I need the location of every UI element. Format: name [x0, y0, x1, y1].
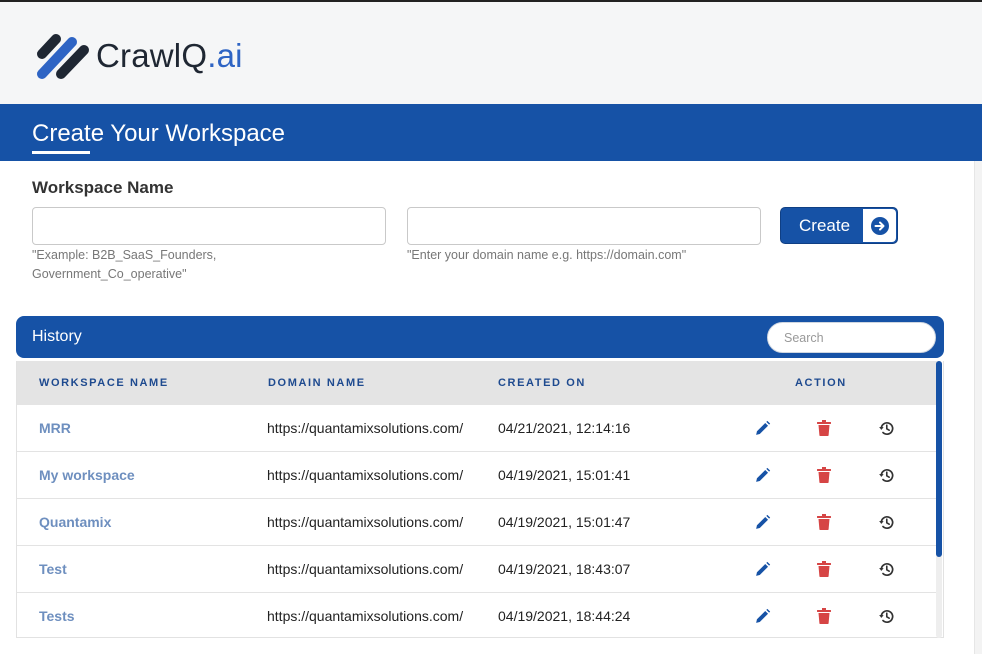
- workspace-name-input[interactable]: [32, 207, 386, 245]
- history-title: History: [32, 328, 82, 345]
- history-icon[interactable]: [876, 559, 896, 579]
- pencil-icon[interactable]: [752, 606, 772, 626]
- domain-name-input[interactable]: [407, 207, 761, 245]
- domain-cell: https://quantamixsolutions.com/: [267, 467, 464, 483]
- right-edge-panel: [974, 161, 982, 654]
- logo-text-suffix: .ai: [207, 37, 243, 74]
- trash-icon[interactable]: [814, 512, 834, 532]
- column-header-workspace: WORKSPACE NAME: [39, 377, 169, 389]
- trash-icon[interactable]: [814, 606, 834, 626]
- pencil-icon[interactable]: [752, 418, 772, 438]
- workspace-name-link[interactable]: Quantamix: [39, 514, 111, 530]
- created-on-cell: 04/21/2021, 12:14:16: [498, 420, 631, 436]
- trash-icon[interactable]: [814, 559, 834, 579]
- arrow-right-circle-icon: [863, 209, 896, 242]
- workspace-name-link[interactable]: Tests: [39, 608, 75, 624]
- workspace-name-label: Workspace Name: [32, 178, 174, 197]
- trash-icon[interactable]: [814, 418, 834, 438]
- table-row: Tests https://quantamixsolutions.com/ 04…: [17, 593, 937, 637]
- domain-name-hint: "Enter your domain name e.g. https://dom…: [407, 248, 687, 262]
- table-row: MRR https://quantamixsolutions.com/ 04/2…: [17, 405, 937, 452]
- workspace-name-link[interactable]: My workspace: [39, 467, 135, 483]
- created-on-cell: 04/19/2021, 18:43:07: [498, 561, 631, 577]
- create-button-label: Create: [799, 216, 851, 235]
- column-header-action: ACTION: [795, 377, 847, 389]
- history-table: WORKSPACE NAME DOMAIN NAME CREATED ON AC…: [16, 361, 944, 638]
- workspace-name-link[interactable]: MRR: [39, 420, 71, 436]
- column-header-domain: DOMAIN NAME: [268, 377, 366, 389]
- trash-icon[interactable]: [814, 465, 834, 485]
- table-scrollbar-thumb[interactable]: [936, 361, 942, 557]
- pencil-icon[interactable]: [752, 559, 772, 579]
- logo-text-main: CrawlQ: [96, 37, 208, 74]
- domain-cell: https://quantamixsolutions.com/: [267, 608, 464, 624]
- workspace-name-hint: "Example: B2B_SaaS_Founders, Government_…: [32, 248, 217, 281]
- history-icon[interactable]: [876, 465, 896, 485]
- app-header: CrawlQ.ai: [0, 2, 982, 104]
- created-on-cell: 04/19/2021, 15:01:41: [498, 467, 631, 483]
- domain-cell: https://quantamixsolutions.com/: [267, 420, 464, 436]
- history-icon[interactable]: [876, 418, 896, 438]
- pencil-icon[interactable]: [752, 512, 772, 532]
- history-icon[interactable]: [876, 512, 896, 532]
- logo-text: CrawlQ.ai: [96, 37, 243, 75]
- table-row: My workspace https://quantamixsolutions.…: [17, 452, 937, 499]
- title-underline: [32, 151, 90, 154]
- table-header: WORKSPACE NAME DOMAIN NAME CREATED ON AC…: [17, 361, 937, 405]
- create-button[interactable]: Create: [780, 207, 898, 244]
- domain-cell: https://quantamixsolutions.com/: [267, 561, 464, 577]
- table-row: Quantamix https://quantamixsolutions.com…: [17, 499, 937, 546]
- crawlq-logo[interactable]: CrawlQ.ai: [34, 28, 243, 84]
- column-header-created: CREATED ON: [498, 377, 586, 389]
- page-title: Create Your Workspace: [32, 120, 286, 147]
- domain-cell: https://quantamixsolutions.com/: [267, 514, 464, 530]
- history-search-input[interactable]: [767, 322, 936, 353]
- page-banner: Create Your Workspace: [0, 104, 982, 161]
- logo-mark-icon: [37, 34, 89, 79]
- created-on-cell: 04/19/2021, 18:44:24: [498, 608, 631, 624]
- created-on-cell: 04/19/2021, 15:01:47: [498, 514, 631, 530]
- pencil-icon[interactable]: [752, 465, 772, 485]
- history-header: History: [16, 316, 944, 358]
- history-icon[interactable]: [876, 606, 896, 626]
- table-row: Test https://quantamixsolutions.com/ 04/…: [17, 546, 937, 593]
- workspace-name-link[interactable]: Test: [39, 561, 67, 577]
